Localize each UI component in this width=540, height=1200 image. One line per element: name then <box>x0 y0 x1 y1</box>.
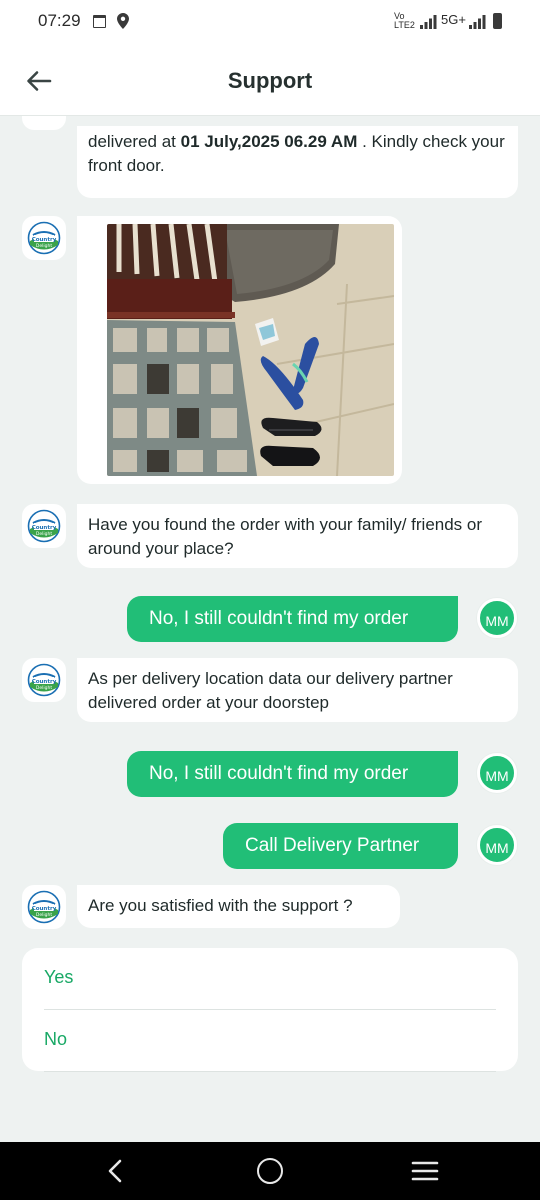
message-bubble: Have you found the order with your famil… <box>77 504 518 568</box>
delivery-photo[interactable] <box>107 224 394 476</box>
svg-text:Country: Country <box>32 679 57 685</box>
user-avatar: MM <box>477 825 517 865</box>
app-header: Support <box>0 44 540 116</box>
bot-avatar: Country Delight <box>22 658 66 702</box>
recents-menu-icon[interactable] <box>411 1161 439 1181</box>
bot-avatar: Country Delight <box>22 885 66 929</box>
message-bubble: delivered at 01 July,2025 06.29 AM . Kin… <box>77 126 518 198</box>
back-chevron-icon[interactable] <box>100 1156 130 1186</box>
signal-icon <box>469 15 486 29</box>
volte-indicator: Vo LTE2 <box>394 11 415 30</box>
user-reply-bubble: No, I still couldn't find my order <box>127 751 458 797</box>
country-delight-logo: Country Delight <box>27 663 61 697</box>
message-text: delivered at 01 July,2025 06.29 AM . Kin… <box>88 132 505 175</box>
message-bubble: As per delivery location data our delive… <box>77 658 518 722</box>
bot-avatar <box>22 116 66 130</box>
message-text: Are you satisfied with the support ? <box>88 896 353 915</box>
option-yes[interactable]: Yes <box>44 948 496 1010</box>
svg-text:Delight: Delight <box>36 531 52 537</box>
chat-thread[interactable]: delivered at 01 July,2025 06.29 AM . Kin… <box>0 116 540 1142</box>
country-delight-logo: Country Delight <box>27 890 61 924</box>
user-reply-bubble: Call Delivery Partner <box>223 823 458 869</box>
svg-text:Delight: Delight <box>36 243 52 249</box>
system-nav-bar <box>0 1142 540 1200</box>
network-type: 5G+ <box>441 12 466 27</box>
svg-text:Country: Country <box>32 525 57 531</box>
message-text: Call Delivery Partner <box>245 835 420 856</box>
home-circle-icon[interactable] <box>257 1158 283 1184</box>
message-text: No, I still couldn't find my order <box>149 608 409 629</box>
calendar-icon <box>93 15 106 28</box>
response-options: Yes No <box>22 948 518 1072</box>
option-no[interactable]: No <box>44 1010 496 1072</box>
bot-avatar: Country Delight <box>22 216 66 260</box>
country-delight-logo: Country Delight <box>27 509 61 543</box>
user-avatar: MM <box>477 753 517 793</box>
message-text: No, I still couldn't find my order <box>149 763 409 784</box>
svg-text:Delight: Delight <box>36 685 52 691</box>
svg-text:Country: Country <box>32 906 57 912</box>
status-time: 07:29 <box>38 11 81 30</box>
location-icon <box>117 13 129 29</box>
battery-icon <box>493 13 502 29</box>
user-avatar: MM <box>477 598 517 638</box>
message-text: As per delivery location data our delive… <box>88 669 453 712</box>
message-bubble: Are you satisfied with the support ? <box>77 885 400 928</box>
country-delight-logo: Country Delight <box>27 221 61 255</box>
user-reply-bubble: No, I still couldn't find my order <box>127 596 458 642</box>
svg-text:Delight: Delight <box>36 912 52 918</box>
svg-text:Country: Country <box>32 237 57 243</box>
signal-icon <box>420 15 437 29</box>
page-title: Support <box>227 68 313 93</box>
bot-avatar: Country Delight <box>22 504 66 548</box>
status-bar: 07:29 Vo LTE2 5G+ <box>0 0 540 44</box>
message-text: Have you found the order with your famil… <box>88 515 483 558</box>
